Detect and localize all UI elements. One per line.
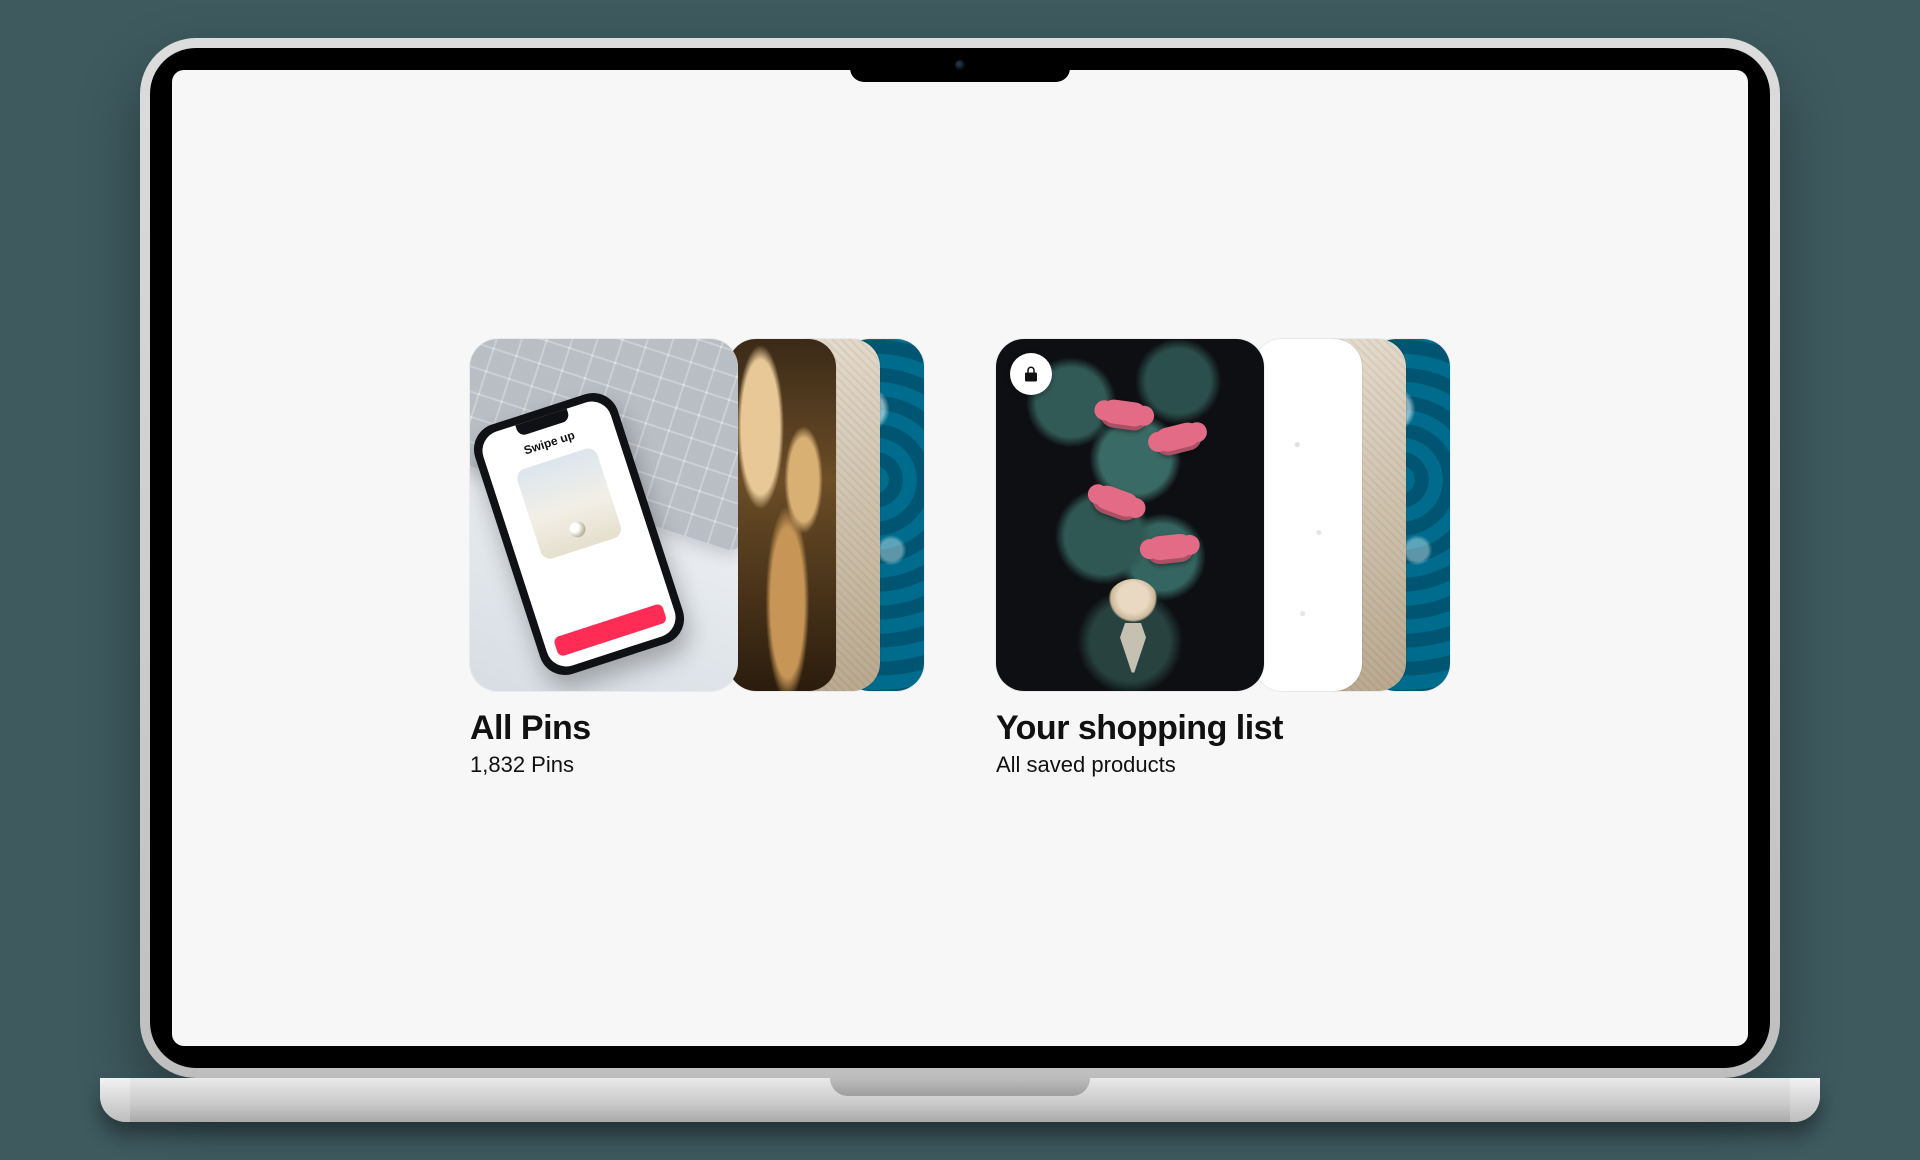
app-screen: Swipe up All Pins 1,832 Pins: [172, 70, 1748, 1046]
board-shopping-list-thumbnails: [996, 339, 1450, 691]
lock-icon: [1022, 365, 1040, 383]
trackpad-cutout: [830, 1078, 1090, 1096]
board-shopping-list[interactable]: Your shopping list All saved products: [996, 339, 1450, 778]
face-graphic: [1106, 579, 1160, 633]
boards-row: Swipe up All Pins 1,832 Pins: [172, 70, 1748, 1046]
gamepad-icon: [1145, 532, 1196, 565]
laptop-lid: Swipe up All Pins 1,832 Pins: [140, 38, 1780, 1078]
thumb-1: Swipe up: [470, 339, 738, 691]
screen-bezel: Swipe up All Pins 1,832 Pins: [150, 48, 1770, 1068]
board-all-pins-thumbnails: Swipe up: [470, 339, 924, 691]
gamepad-icon: [1151, 419, 1204, 458]
board-shopping-list-subtitle: All saved products: [996, 752, 1450, 778]
board-all-pins[interactable]: Swipe up All Pins 1,832 Pins: [470, 339, 924, 778]
camera-icon: [955, 60, 965, 70]
camera-notch: [850, 48, 1070, 82]
lock-badge: [1010, 353, 1052, 395]
laptop-mockup: Swipe up All Pins 1,832 Pins: [100, 38, 1820, 1122]
board-all-pins-title: All Pins: [470, 709, 924, 748]
laptop-base: [100, 1078, 1820, 1122]
thumb-2: [728, 339, 836, 691]
gamepad-icon: [1089, 481, 1144, 524]
board-shopping-list-title: Your shopping list: [996, 709, 1450, 748]
gamepad-icon: [1098, 397, 1149, 431]
thumb-2: [1254, 339, 1362, 691]
thumb-1: [996, 339, 1264, 691]
board-all-pins-subtitle: 1,832 Pins: [470, 752, 924, 778]
